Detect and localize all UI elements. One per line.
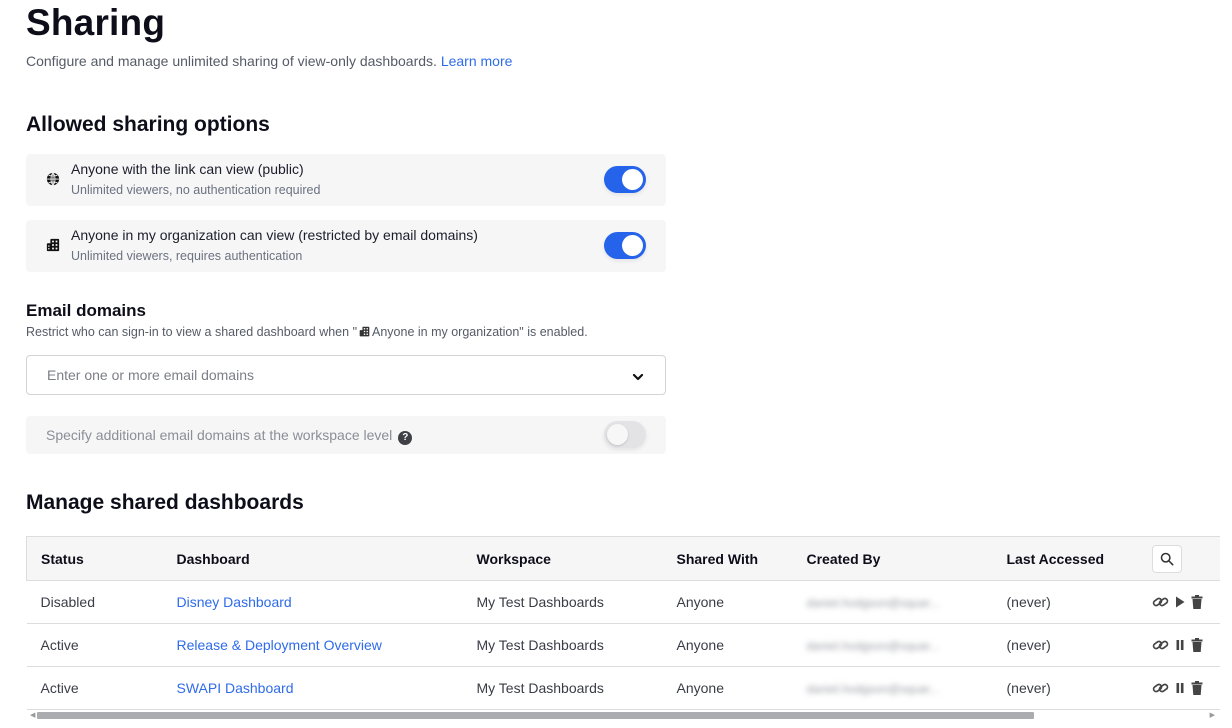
email-domains-help: Restrict who can sign-in to view a share… — [26, 325, 588, 339]
email-domains-placeholder: Enter one or more email domains — [47, 367, 254, 383]
toggle-knob — [607, 424, 628, 445]
pause-icon[interactable] — [1175, 682, 1185, 694]
public-link-toggle[interactable] — [604, 166, 646, 193]
cell-actions — [1152, 667, 1220, 710]
created-by-blurred: daniel.hodgson@squar... — [806, 682, 940, 696]
email-domains-title: Email domains — [26, 301, 146, 320]
cell-created-by: daniel.hodgson@squar... — [807, 624, 1007, 667]
copy-link-icon[interactable] — [1152, 681, 1169, 695]
toggle-knob — [622, 235, 643, 256]
organization-toggle[interactable] — [604, 232, 646, 259]
option-label: Anyone in my organization can view (rest… — [71, 227, 478, 243]
page-title: Sharing — [26, 2, 166, 43]
option-public-link: Anyone with the link can view (public) U… — [26, 154, 666, 206]
play-icon[interactable] — [1175, 596, 1185, 608]
help-prefix: Restrict who can sign-in to view a share… — [26, 325, 357, 339]
search-icon — [1160, 552, 1173, 565]
option-description: Unlimited viewers, requires authenticati… — [71, 249, 303, 263]
learn-more-link[interactable]: Learn more — [441, 53, 513, 69]
column-header-shared-with[interactable]: Shared With — [676, 536, 807, 581]
globe-icon — [46, 172, 62, 188]
column-header-status[interactable]: Status — [26, 536, 177, 581]
cell-shared-with: Anyone — [676, 680, 724, 696]
cell-dashboard: SWAPI Dashboard — [177, 667, 477, 710]
dashboard-link[interactable]: SWAPI Dashboard — [177, 680, 294, 696]
help-icon[interactable]: ? — [398, 431, 413, 445]
cell-actions — [1152, 581, 1220, 624]
cell-last-accessed: (never) — [1006, 637, 1051, 653]
scroll-left-icon[interactable]: ◀ — [30, 711, 35, 719]
pause-icon[interactable] — [1175, 639, 1185, 651]
column-header-created-by[interactable]: Created By — [806, 536, 1007, 581]
copy-link-icon[interactable] — [1152, 638, 1169, 652]
help-suffix: Anyone in my organization" is enabled. — [372, 325, 588, 339]
cell-workspace: My Test Dashboards — [476, 594, 604, 610]
workspace-domains-text: Specify additional email domains at the … — [46, 427, 393, 443]
chevron-down-icon[interactable] — [631, 370, 645, 382]
cell-dashboard: Release & Deployment Overview — [177, 624, 477, 667]
allowed-sharing-title: Allowed sharing options — [26, 113, 270, 136]
option-label: Anyone with the link can view (public) — [71, 161, 304, 177]
workspace-domains-label: Specify additional email domains at the … — [46, 427, 413, 445]
table-row: Active Release & Deployment Overview My Te… — [26, 624, 1220, 667]
subtitle-text: Configure and manage unlimited sharing o… — [26, 53, 437, 69]
table-header-row: Status Dashboard Workspace Shared With C… — [26, 536, 1220, 581]
trash-icon[interactable] — [1191, 681, 1203, 695]
page-subtitle: Configure and manage unlimited sharing o… — [26, 53, 512, 69]
cell-last-accessed: (never) — [1006, 594, 1051, 610]
created-by-blurred: daniel.hodgson@squar... — [806, 596, 940, 610]
trash-icon[interactable] — [1191, 638, 1203, 652]
scrollbar-thumb[interactable] — [37, 712, 1034, 719]
building-icon — [359, 326, 370, 337]
cell-status: Disabled — [40, 594, 95, 610]
cell-workspace: My Test Dashboards — [476, 680, 604, 696]
cell-workspace: My Test Dashboards — [476, 637, 604, 653]
created-by-blurred: daniel.hodgson@squar... — [806, 639, 940, 653]
email-domains-input[interactable]: Enter one or more email domains — [26, 355, 666, 395]
trash-icon[interactable] — [1191, 595, 1203, 609]
cell-created-by: daniel.hodgson@squar... — [807, 581, 1007, 624]
cell-shared-with: Anyone — [676, 594, 724, 610]
cell-dashboard: Disney Dashboard — [177, 581, 477, 624]
toggle-knob — [622, 169, 643, 190]
table-row: Active SWAPI Dashboard My Test Dashboards A… — [26, 667, 1220, 710]
workspace-domains-toggle[interactable] — [604, 421, 646, 448]
dashboard-link[interactable]: Release & Deployment Overview — [177, 637, 382, 653]
table-row: Disabled Disney Dashboard My Test Dashboar… — [26, 581, 1220, 624]
dashboard-link[interactable]: Disney Dashboard — [177, 594, 292, 610]
workspace-domains-option: Specify additional email domains at the … — [26, 416, 666, 454]
cell-created-by: daniel.hodgson@squar... — [807, 667, 1007, 710]
manage-shared-title: Manage shared dashboards — [26, 491, 304, 514]
option-description: Unlimited viewers, no authentication req… — [71, 183, 321, 197]
column-header-workspace[interactable]: Workspace — [476, 536, 677, 581]
scroll-right-icon[interactable]: ▶ — [1210, 711, 1215, 719]
cell-shared-with: Anyone — [676, 637, 724, 653]
cell-actions — [1152, 624, 1220, 667]
horizontal-scrollbar[interactable]: ◀ ▶ — [26, 711, 1219, 719]
column-header-last-accessed[interactable]: Last Accessed — [1006, 536, 1152, 581]
column-header-dashboard[interactable]: Dashboard — [176, 536, 477, 581]
building-icon — [46, 238, 62, 254]
column-header-actions — [1151, 536, 1220, 581]
copy-link-icon[interactable] — [1152, 595, 1169, 609]
cell-status: Active — [40, 680, 79, 696]
cell-status: Active — [40, 637, 79, 653]
table-search-button[interactable] — [1151, 544, 1182, 573]
cell-last-accessed: (never) — [1006, 680, 1051, 696]
shared-dashboards-table: Status Dashboard Workspace Shared With C… — [26, 536, 1220, 710]
option-organization: Anyone in my organization can view (rest… — [26, 220, 666, 272]
